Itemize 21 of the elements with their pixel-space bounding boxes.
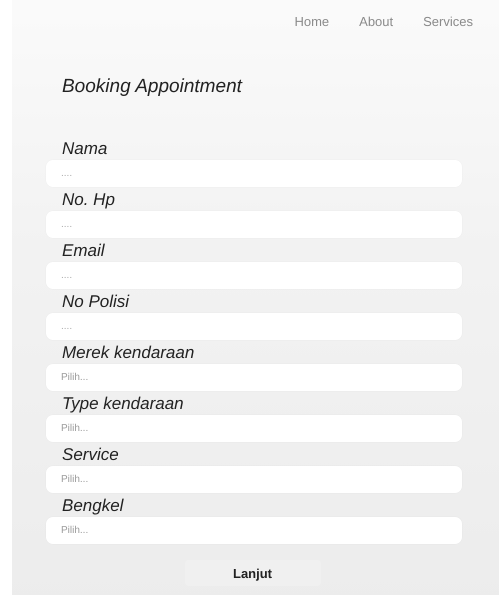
select-field[interactable]: Pilih... xyxy=(46,517,462,544)
field-label: No Polisi xyxy=(61,291,130,313)
field-label: Service xyxy=(61,444,120,466)
nav-link[interactable]: Home xyxy=(294,14,330,32)
input-field[interactable]: .... xyxy=(46,211,462,238)
page-title: Booking Appointment xyxy=(62,76,244,98)
field-label: No. Hp xyxy=(61,189,116,211)
select-field[interactable]: Pilih... xyxy=(46,415,462,442)
nav-link[interactable]: About xyxy=(359,14,394,32)
continue-button[interactable]: Lanjut xyxy=(184,560,320,586)
select-field[interactable]: Pilih... xyxy=(46,466,462,493)
field-label: Bengkel xyxy=(61,495,125,517)
field-label: Nama xyxy=(61,138,108,160)
select-field[interactable]: Pilih... xyxy=(46,364,462,391)
nav-link[interactable]: Services xyxy=(423,14,473,32)
field-label: Email xyxy=(61,240,106,262)
input-field[interactable]: .... xyxy=(46,313,462,340)
input-field[interactable]: .... xyxy=(46,262,462,289)
input-field[interactable]: .... xyxy=(46,160,462,187)
field-label: Merek kendaraan xyxy=(61,342,196,364)
field-label: Type kendaraan xyxy=(61,393,185,415)
